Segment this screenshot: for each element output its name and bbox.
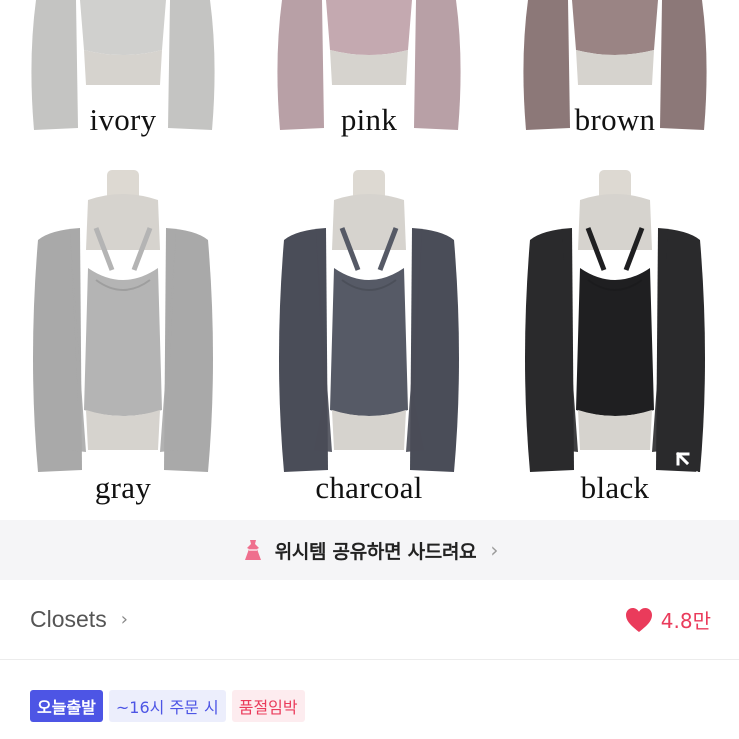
color-label-ivory: ivory: [89, 102, 157, 137]
wishlist-share-banner[interactable]: 위시템 공유하면 사드려요 ›: [0, 520, 739, 580]
shipping-tags: 오늘출발 ~16시 주문 시 품절임박: [0, 660, 739, 739]
heart-icon: [625, 607, 652, 632]
order-cutoff-badge: ~16시 주문 시: [108, 690, 226, 722]
color-label-brown: brown: [574, 102, 656, 137]
closets-link[interactable]: Closets ›: [30, 606, 128, 633]
chevron-right-icon: ›: [490, 538, 499, 562]
color-label-charcoal: charcoal: [315, 470, 423, 505]
chevron-right-icon: ›: [120, 609, 128, 630]
product-color-gallery[interactable]: ivory pink brown gray charcoal black: [0, 0, 739, 520]
share-banner-text: 위시템 공유하면 사드려요: [274, 540, 477, 563]
like-count: 4.8만: [660, 609, 711, 633]
like-button[interactable]: 4.8만: [625, 605, 711, 634]
color-swatch-gray: [0, 160, 246, 520]
color-label-gray: gray: [94, 470, 152, 505]
low-stock-badge: 품절임박: [231, 690, 305, 722]
dress-icon: [244, 540, 261, 560]
today-shipping-badge: 오늘출발: [30, 690, 103, 722]
expand-icon[interactable]: [672, 448, 712, 488]
closets-row: Closets › 4.8만: [0, 580, 739, 660]
color-label-pink: pink: [340, 102, 398, 137]
mannequin-gray: [33, 170, 213, 472]
closets-label: Closets: [30, 606, 107, 632]
mannequin-charcoal: [279, 170, 459, 472]
color-swatch-charcoal: [246, 160, 492, 520]
